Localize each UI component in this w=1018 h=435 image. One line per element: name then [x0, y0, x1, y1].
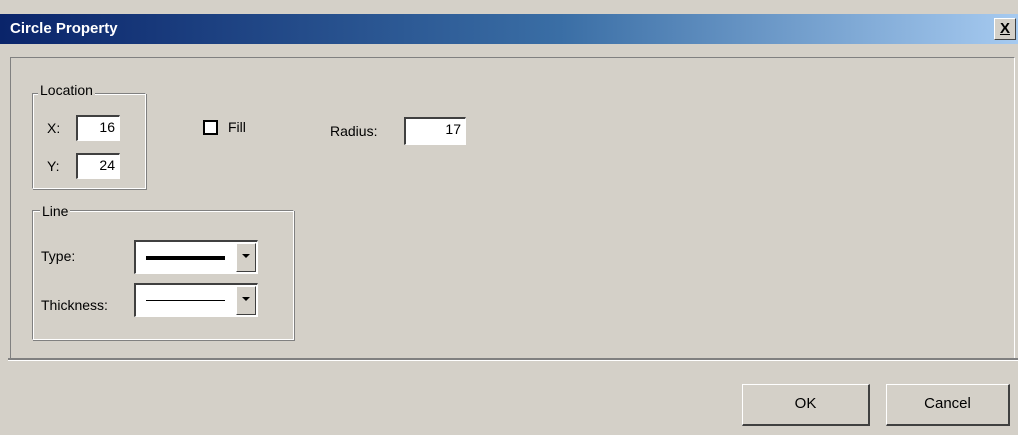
- title-bar[interactable]: Circle Property X: [0, 14, 1018, 44]
- chevron-down-icon: [242, 297, 250, 301]
- line-group-label: Line: [40, 203, 71, 219]
- line-thickness-dropdown-button[interactable]: [236, 286, 256, 315]
- thick-line-preview: [146, 256, 225, 260]
- line-thickness-select[interactable]: [134, 283, 258, 317]
- line-group: [32, 210, 294, 340]
- separator: [8, 358, 1018, 361]
- radius-label: Radius:: [330, 123, 378, 139]
- thickness-label: Thickness:: [41, 297, 108, 313]
- fill-checkbox[interactable]: [203, 120, 218, 135]
- window-title: Circle Property: [10, 20, 118, 37]
- top-strip: [0, 0, 1018, 14]
- ok-button[interactable]: OK: [742, 384, 870, 426]
- radius-input[interactable]: 17: [404, 117, 466, 145]
- line-type-select[interactable]: [134, 240, 258, 274]
- x-input[interactable]: 16: [76, 115, 120, 141]
- x-label: X:: [47, 120, 61, 136]
- y-input[interactable]: 24: [76, 153, 120, 179]
- cancel-button[interactable]: Cancel: [886, 384, 1010, 426]
- y-label: Y:: [47, 158, 60, 174]
- location-group-label: Location: [38, 82, 95, 98]
- circle-property-dialog: Circle Property X Location X: 16 Y: 24 F…: [0, 0, 1018, 435]
- chevron-down-icon: [242, 254, 250, 258]
- fill-label[interactable]: Fill: [228, 119, 246, 135]
- thin-line-preview: [146, 300, 225, 301]
- close-button[interactable]: X: [994, 18, 1016, 40]
- type-label: Type:: [41, 248, 76, 264]
- line-type-dropdown-button[interactable]: [236, 243, 256, 272]
